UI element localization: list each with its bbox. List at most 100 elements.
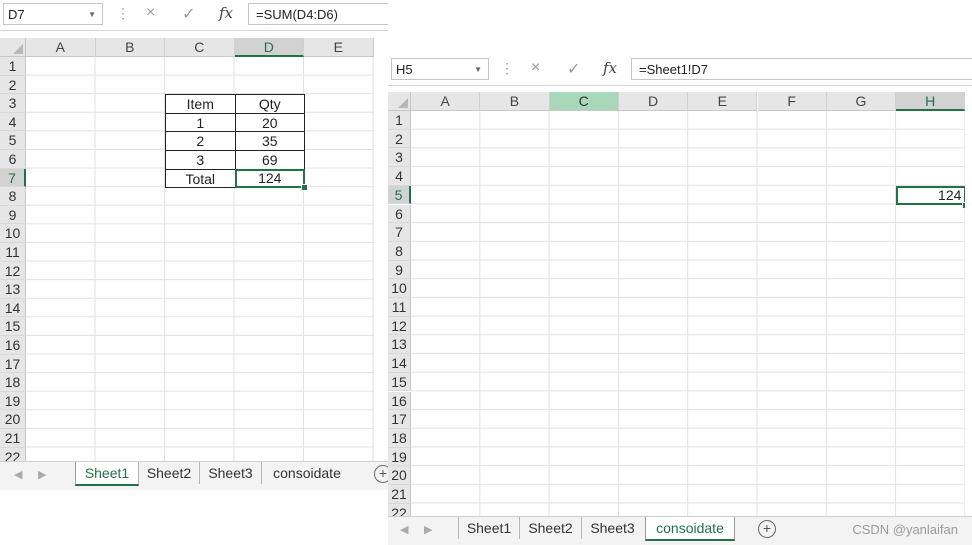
row-header-19[interactable]: 19 (0, 391, 26, 411)
cell-area[interactable]: Item Qty 1 20 2 35 3 69 Total 124 (26, 57, 374, 467)
prev-sheet-icon[interactable]: ◀ (400, 523, 408, 536)
tab-sheet3[interactable]: Sheet3 (581, 517, 643, 539)
cell-h5[interactable]: 124 (896, 185, 966, 206)
row-header-7[interactable]: 7 (0, 168, 26, 188)
next-sheet-icon[interactable]: ▶ (38, 468, 46, 481)
column-header-e[interactable]: E (688, 92, 758, 111)
next-sheet-icon[interactable]: ▶ (424, 523, 432, 536)
row-header-7[interactable]: 7 (388, 223, 411, 242)
tab-sheet1[interactable]: Sheet1 (458, 517, 519, 539)
row-header-1[interactable]: 1 (388, 111, 411, 130)
cancel-icon[interactable]: × (531, 59, 540, 77)
fill-handle[interactable] (962, 201, 966, 209)
tab-label: Sheet1 (84, 465, 130, 481)
row-header-16[interactable]: 16 (0, 336, 26, 355)
row-header-3[interactable]: 3 (0, 94, 26, 113)
cell-d5[interactable]: 35 (234, 131, 305, 151)
enter-icon[interactable]: ✓ (567, 59, 580, 79)
prev-sheet-icon[interactable]: ◀ (14, 468, 22, 481)
row-header-21[interactable]: 21 (0, 429, 26, 448)
formula-input[interactable]: =Sheet1!D7 (631, 58, 972, 80)
select-all-corner[interactable] (0, 38, 26, 57)
name-box[interactable]: D7 ▼ (3, 3, 103, 25)
cell-d7[interactable]: 124 (234, 168, 305, 189)
row-header-9[interactable]: 9 (388, 260, 411, 280)
row-header-11[interactable]: 11 (0, 243, 26, 262)
row-header-20[interactable]: 20 (0, 410, 26, 429)
row-header-8[interactable]: 8 (0, 187, 26, 206)
row-header-12[interactable]: 12 (0, 261, 26, 281)
row-header-8[interactable]: 8 (388, 241, 411, 261)
enter-icon[interactable]: ✓ (182, 4, 195, 24)
row-header-10[interactable]: 10 (0, 224, 26, 243)
row-header-2[interactable]: 2 (0, 75, 26, 95)
insert-function-icon[interactable]: fx (603, 59, 617, 77)
row-header-11[interactable]: 11 (388, 298, 411, 317)
column-header-e[interactable]: E (304, 38, 374, 57)
column-header-d[interactable]: D (618, 92, 689, 111)
fill-handle[interactable] (301, 184, 308, 192)
cell-c5[interactable]: 2 (165, 131, 236, 151)
row-header-6[interactable]: 6 (388, 204, 411, 224)
tab-sheet2[interactable]: Sheet2 (138, 462, 199, 484)
column-header-b[interactable]: B (95, 38, 165, 57)
row-header-13[interactable]: 13 (0, 280, 26, 299)
tab-sheet3[interactable]: Sheet3 (199, 462, 261, 484)
insert-function-icon[interactable]: fx (219, 4, 233, 22)
column-header-a[interactable]: A (411, 92, 481, 111)
row-header-6[interactable]: 6 (0, 150, 26, 169)
chevron-down-icon[interactable]: ▼ (474, 59, 482, 81)
cell-c7[interactable]: Total (165, 168, 236, 189)
add-sheet-icon[interactable]: + (758, 520, 776, 538)
row-header-12[interactable]: 12 (388, 316, 411, 336)
row-header-1[interactable]: 1 (0, 57, 26, 76)
tab-consoidate[interactable]: consoidate (261, 462, 352, 484)
select-all-corner[interactable] (388, 92, 411, 111)
cell-area[interactable]: 124 (411, 111, 966, 523)
tab-sheet2[interactable]: Sheet2 (519, 517, 581, 539)
cell-d4[interactable]: 20 (234, 112, 305, 133)
row-header-10[interactable]: 10 (388, 279, 411, 298)
column-header-h[interactable]: H (896, 92, 966, 111)
column-header-b[interactable]: B (480, 92, 550, 111)
row-header-15[interactable]: 15 (388, 372, 411, 392)
column-header-f[interactable]: F (757, 92, 827, 111)
row-header-15[interactable]: 15 (0, 317, 26, 336)
add-sheet-icon[interactable]: + (374, 465, 388, 483)
row-header-14[interactable]: 14 (388, 354, 411, 373)
row-header-4[interactable]: 4 (388, 167, 411, 186)
column-header-c[interactable]: C (549, 92, 619, 111)
row-header-3[interactable]: 3 (388, 148, 411, 168)
cell-d6[interactable]: 69 (234, 150, 305, 170)
name-box[interactable]: H5 ▼ (391, 58, 489, 80)
row-header-5[interactable]: 5 (0, 131, 26, 150)
row-header-18[interactable]: 18 (388, 428, 411, 448)
column-header-d[interactable]: D (234, 38, 304, 57)
row-header-5[interactable]: 5 (388, 185, 411, 205)
cell-c4[interactable]: 1 (165, 112, 236, 133)
cell-c3[interactable]: Item (165, 94, 236, 114)
cell-d3[interactable]: Qty (234, 94, 305, 114)
formula-input[interactable]: =SUM(D4:D6) (248, 3, 388, 25)
row-header-2[interactable]: 2 (388, 129, 411, 149)
row-header-18[interactable]: 18 (0, 373, 26, 392)
row-header-20[interactable]: 20 (388, 466, 411, 485)
row-header-9[interactable]: 9 (0, 205, 26, 225)
row-header-17[interactable]: 17 (0, 354, 26, 374)
chevron-down-icon[interactable]: ▼ (88, 4, 96, 26)
row-header-16[interactable]: 16 (388, 391, 411, 411)
row-header-13[interactable]: 13 (388, 335, 411, 355)
cell-c6[interactable]: 3 (165, 150, 236, 170)
row-header-17[interactable]: 17 (388, 410, 411, 429)
row-header-21[interactable]: 21 (388, 485, 411, 504)
row-header-19[interactable]: 19 (388, 447, 411, 467)
tab-label: Sheet1 (466, 520, 512, 536)
tab-consoidate[interactable]: consoidate (645, 517, 735, 541)
column-header-g[interactable]: G (826, 92, 897, 111)
row-header-4[interactable]: 4 (0, 112, 26, 132)
column-header-c[interactable]: C (165, 38, 235, 57)
cancel-icon[interactable]: × (146, 4, 155, 22)
tab-sheet1[interactable]: Sheet1 (75, 462, 139, 486)
column-header-a[interactable]: A (26, 38, 96, 57)
row-header-14[interactable]: 14 (0, 298, 26, 318)
